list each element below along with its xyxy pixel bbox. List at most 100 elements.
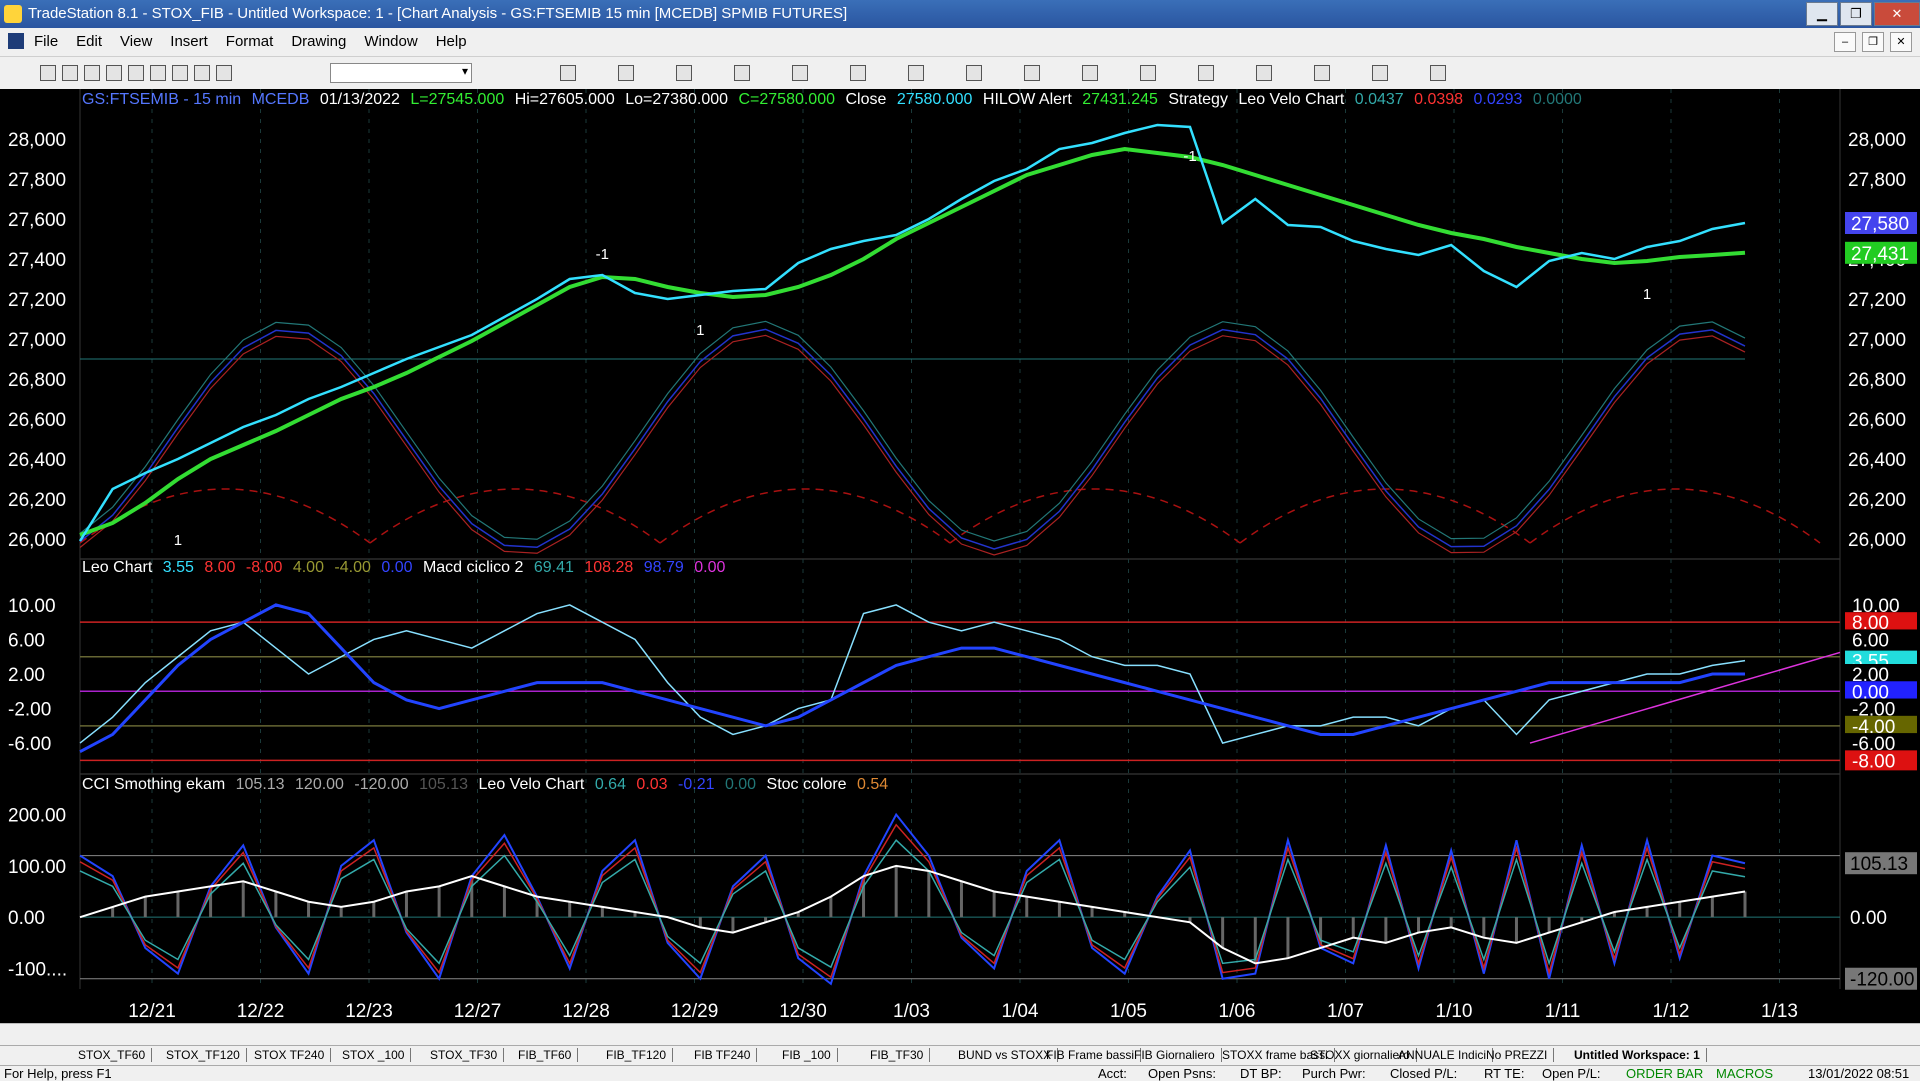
drawing-icon[interactable]: [1024, 65, 1040, 81]
chart-area[interactable]: 12/21 12/22 12/23 12/27 12/28 12/29 12/30 1/03 1…: [0, 89, 1920, 1023]
workspace-tab[interactable]: FIB Frame bassi: [1040, 1048, 1142, 1062]
menu-item-view[interactable]: View: [120, 33, 152, 50]
menu-item-edit[interactable]: Edit: [76, 33, 102, 50]
price-y-tick-right: 27,200: [1848, 290, 1906, 311]
hilow-value: 27431.245: [1082, 91, 1158, 108]
print-icon[interactable]: [106, 65, 122, 81]
velo-value-4: 0.0000: [1532, 91, 1582, 108]
price-y-tick-left: 26,600: [8, 410, 66, 431]
workspace-tab[interactable]: FIB _100: [776, 1048, 838, 1062]
cycle-arc: [1529, 488, 1821, 544]
zoom-in-icon[interactable]: [850, 65, 866, 81]
workspace-tab[interactable]: STOX_TF60: [72, 1048, 153, 1062]
menu-item-drawing[interactable]: Drawing: [291, 33, 346, 50]
workspace-tab[interactable]: FIB_TF30: [864, 1048, 931, 1062]
workspace-tab[interactable]: FIB TF240: [688, 1048, 758, 1062]
minimize-button[interactable]: ▁: [1806, 2, 1838, 26]
globe-icon[interactable]: [216, 65, 232, 81]
workspace-tab[interactable]: FIB_TF120: [600, 1048, 674, 1062]
velo-label: Leo Velo Chart: [1238, 91, 1345, 108]
price-y-tick-left: 27,000: [8, 330, 66, 351]
low-label: Lo=27380.000: [625, 91, 729, 108]
closed-pl-label: Closed P/L:: [1390, 1066, 1458, 1081]
menu-item-insert[interactable]: Insert: [170, 33, 208, 50]
price-y-tick-right: 26,400: [1848, 450, 1906, 471]
line-icon[interactable]: [792, 65, 808, 81]
cycle-arc: [659, 488, 951, 544]
osc-value-c: -8.00: [245, 559, 283, 576]
paste-icon[interactable]: [172, 65, 188, 81]
cursor-icon[interactable]: [966, 65, 982, 81]
workspace-tab[interactable]: STOX TF240: [248, 1048, 332, 1062]
price-y-tick-left: 27,200: [8, 290, 66, 311]
trendline-icon[interactable]: [1082, 65, 1098, 81]
cci-y-tick: 0.00: [8, 908, 45, 929]
osc-value-d: 4.00: [292, 559, 324, 576]
cycle-wave-blue: [79, 328, 1746, 550]
fib-icon[interactable]: [1140, 65, 1156, 81]
date-label: 01/13/2022: [319, 91, 400, 108]
x-tick-label: 12/27: [454, 1001, 502, 1022]
rect-icon[interactable]: [1372, 65, 1388, 81]
symbol-combo[interactable]: [330, 63, 472, 83]
horizontal-scrollbar[interactable]: [0, 1023, 1920, 1046]
open-icon[interactable]: [62, 65, 78, 81]
cycle-arc: [369, 488, 661, 544]
workspace-tab[interactable]: ANNUALE Indici: [1392, 1048, 1494, 1062]
high-label: Hi=27605.000: [514, 91, 615, 108]
new-icon[interactable]: [40, 65, 56, 81]
price-y-tick-right: 26,600: [1848, 410, 1906, 431]
candle-icon[interactable]: [734, 65, 750, 81]
grid-icon[interactable]: [618, 65, 634, 81]
status-bar: For Help, press F1 Acct: Open Psns: DT B…: [0, 1065, 1920, 1081]
arrow-down-icon[interactable]: [1256, 65, 1272, 81]
macd-line: [79, 603, 1745, 754]
title-bar: TradeStation 8.1 - STOX_FIB - Untitled W…: [0, 0, 1920, 28]
mdi-close-button[interactable]: ✕: [1890, 32, 1912, 52]
cci-value-d: 105.13: [419, 776, 469, 793]
purch-pwr-label: Purch Pwr:: [1302, 1066, 1366, 1081]
mdi-minimize-button[interactable]: –: [1834, 32, 1856, 52]
workspace-tab[interactable]: STOX _100: [336, 1048, 412, 1062]
x-tick-label: 1/04: [1002, 1001, 1039, 1022]
chart-canvas[interactable]: 12/21 12/22 12/23 12/27 12/28 12/29 12/30 1/03 1…: [0, 89, 1920, 1023]
bars-icon[interactable]: [676, 65, 692, 81]
x-tick-label: 1/12: [1653, 1001, 1690, 1022]
workspace-tab[interactable]: No PREZZI: [1480, 1048, 1555, 1062]
save-icon[interactable]: [84, 65, 100, 81]
macd-value-4: 0.00: [694, 559, 726, 576]
menu-item-format[interactable]: Format: [226, 33, 274, 50]
macros-button[interactable]: MACROS: [1716, 1066, 1773, 1081]
workspace-tab[interactable]: Untitled Workspace: 1: [1568, 1048, 1707, 1062]
strategy-label: Strategy: [1168, 91, 1228, 108]
strategy-marker: -1: [596, 246, 609, 263]
rt-te-label: RT TE:: [1484, 1066, 1525, 1081]
strategy-marker: 1: [174, 532, 182, 549]
lock-icon[interactable]: [194, 65, 210, 81]
text-icon[interactable]: [1430, 65, 1446, 81]
ellipse-icon[interactable]: [1314, 65, 1330, 81]
chart-icon[interactable]: [560, 65, 576, 81]
workspace-tab[interactable]: FIB Giornaliero: [1128, 1048, 1222, 1062]
close-label: Close: [845, 91, 887, 108]
zoom-out-icon[interactable]: [908, 65, 924, 81]
price-y-tick-left: 26,000: [8, 530, 66, 551]
workspace-tab[interactable]: STOX_TF30: [424, 1048, 505, 1062]
workspace-tab[interactable]: FIB_TF60: [512, 1048, 579, 1062]
menu-item-file[interactable]: File: [34, 33, 58, 50]
menu-item-help[interactable]: Help: [436, 33, 467, 50]
copy-icon[interactable]: [150, 65, 166, 81]
order-bar-button[interactable]: ORDER BAR: [1626, 1066, 1703, 1081]
x-tick-label: 12/23: [345, 1001, 393, 1022]
mdi-restore-button[interactable]: ❐: [1862, 32, 1884, 52]
strategy-marker: 1: [696, 322, 704, 339]
arrow-up-icon[interactable]: [1198, 65, 1214, 81]
close-button[interactable]: ✕: [1874, 2, 1920, 26]
maximize-button[interactable]: ❐: [1840, 2, 1872, 26]
cci-panel-header: CCI Smothing ekam 105.13 120.00 -120.00 …: [82, 776, 894, 794]
osc-y-tick: 6.00: [8, 630, 45, 651]
workspace-tab[interactable]: STOX_TF120: [160, 1048, 247, 1062]
price-y-tick-left: 26,800: [8, 370, 66, 391]
cut-icon[interactable]: [128, 65, 144, 81]
menu-item-window[interactable]: Window: [364, 33, 417, 50]
